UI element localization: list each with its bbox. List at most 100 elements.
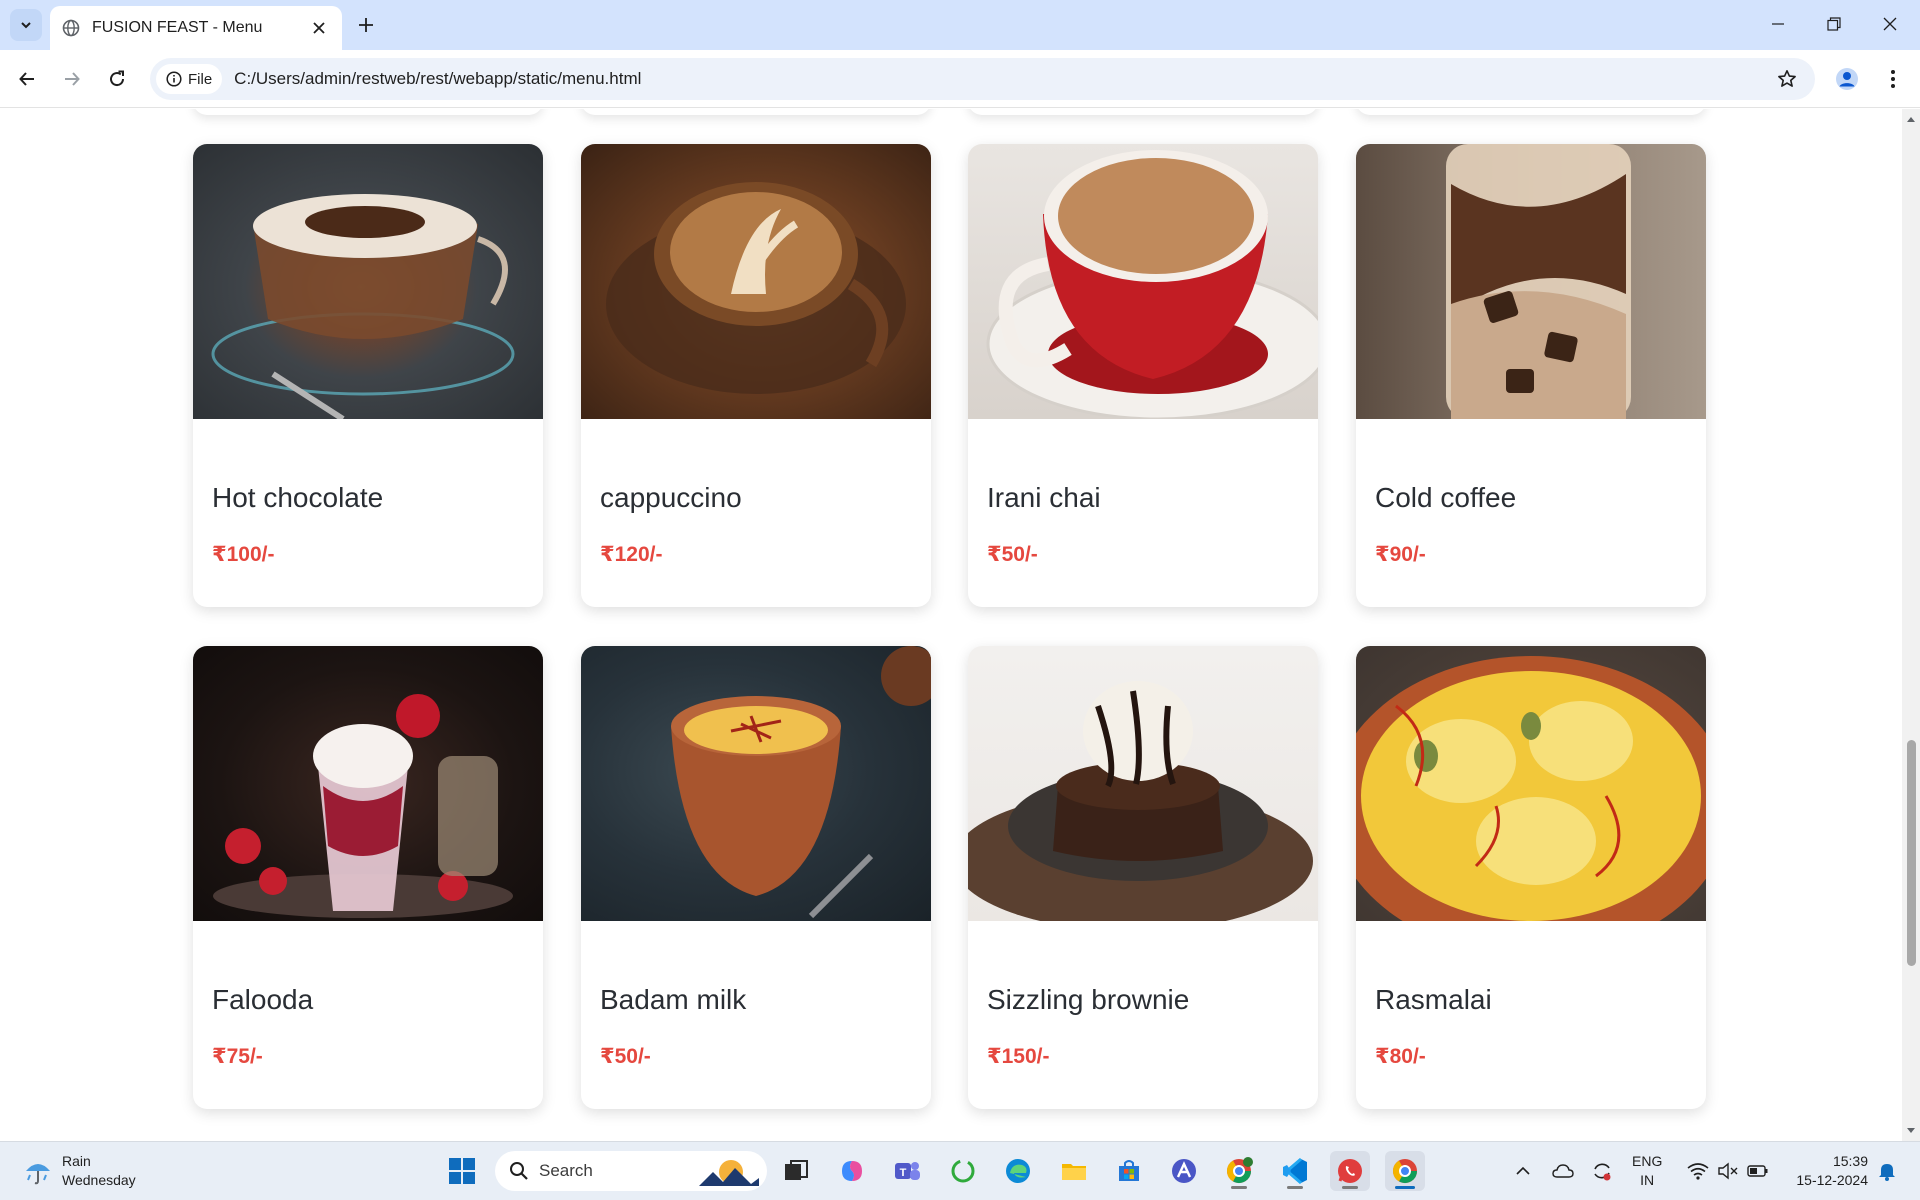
whatsapp-icon[interactable]	[1330, 1151, 1370, 1191]
url-text[interactable]: C:/Users/admin/restweb/rest/webapp/stati…	[234, 69, 1771, 89]
more-vertical-icon	[1891, 70, 1895, 88]
search-icon	[510, 1162, 528, 1180]
minimize-button[interactable]	[1750, 0, 1806, 48]
info-icon	[166, 71, 182, 87]
restore-button[interactable]	[1806, 0, 1862, 48]
menu-card[interactable]: Rasmalai ₹80/-	[1356, 646, 1706, 1109]
reload-button[interactable]	[100, 62, 134, 96]
menu-item-image	[968, 646, 1318, 921]
person-icon	[1836, 68, 1858, 90]
menu-card[interactable]: Irani chai ₹50/-	[968, 144, 1318, 607]
menu-item-name: Sizzling brownie	[987, 984, 1190, 1015]
chrome-icon[interactable]	[1385, 1151, 1425, 1191]
running-indicator	[1395, 1186, 1415, 1189]
bookmark-star-icon[interactable]	[1771, 63, 1803, 95]
copilot-icon[interactable]	[832, 1151, 872, 1191]
windows-logo-icon	[449, 1158, 475, 1184]
restore-icon	[1827, 17, 1841, 31]
sync-status-icon[interactable]	[1589, 1151, 1615, 1191]
tab-strip: FUSION FEAST - Menu	[0, 0, 1920, 50]
menu-item-price: ₹100/-	[212, 543, 275, 566]
sync-app-icon[interactable]	[943, 1151, 983, 1191]
start-button[interactable]	[442, 1151, 482, 1191]
browser-toolbar: File C:/Users/admin/restweb/rest/webapp/…	[0, 50, 1920, 108]
scroll-up-arrow-icon[interactable]	[1906, 114, 1916, 124]
tab-search-button[interactable]	[10, 9, 42, 41]
onedrive-cloud-icon[interactable]	[1550, 1151, 1576, 1191]
menu-item-name: Falooda	[212, 984, 314, 1015]
menu-item-price: ₹75/-	[212, 1045, 263, 1068]
edge-browser-icon[interactable]	[998, 1151, 1038, 1191]
scrollbar-thumb[interactable]	[1907, 740, 1916, 966]
language-code: ENG	[1632, 1153, 1663, 1169]
menu-item-price: ₹80/-	[1375, 1045, 1426, 1068]
previous-card	[1356, 109, 1706, 115]
file-explorer-icon[interactable]	[1054, 1151, 1094, 1191]
clock-time: 15:39	[1832, 1153, 1868, 1169]
new-tab-button[interactable]	[352, 11, 380, 39]
plus-icon	[359, 18, 373, 32]
menu-item-name: Cold coffee	[1375, 482, 1517, 513]
language-indicator[interactable]: ENG IN	[1632, 1152, 1662, 1190]
wifi-icon[interactable]	[1684, 1151, 1712, 1191]
system-clock[interactable]: 15:39 15-12-2024	[1784, 1152, 1868, 1190]
arrow-left-icon	[19, 72, 34, 86]
windows-taskbar: Rain Wednesday Search T ENG IN 15:39 15-…	[0, 1141, 1920, 1200]
task-view-icon[interactable]	[776, 1151, 816, 1191]
show-hidden-icons-chevron-up-icon[interactable]	[1510, 1151, 1536, 1191]
menu-item-image	[193, 144, 543, 419]
site-info-chip[interactable]: File	[156, 64, 223, 94]
region-code: IN	[1640, 1172, 1655, 1188]
page-scrollbar[interactable]	[1902, 109, 1920, 1141]
taskbar-search-box[interactable]: Search	[495, 1151, 767, 1191]
chevron-down-icon	[21, 22, 31, 29]
menu-card[interactable]: Badam milk ₹50/-	[581, 646, 931, 1109]
previous-card	[193, 109, 543, 115]
menu-card[interactable]: Sizzling brownie ₹150/-	[968, 646, 1318, 1109]
clock-date: 15-12-2024	[1796, 1172, 1868, 1188]
volume-muted-icon[interactable]	[1714, 1151, 1742, 1191]
close-window-button[interactable]	[1862, 0, 1918, 48]
menu-item-name: Irani chai	[987, 482, 1101, 513]
notification-bell-icon[interactable]	[1874, 1151, 1900, 1191]
menu-card[interactable]: cappuccino ₹120/-	[581, 144, 931, 607]
menu-item-image	[968, 144, 1318, 419]
search-highlight-icon	[699, 1160, 759, 1186]
browser-menu-button[interactable]	[1876, 62, 1910, 96]
menu-item-name: Hot chocolate	[212, 482, 384, 513]
back-button[interactable]	[10, 62, 44, 96]
menu-item-price: ₹50/-	[600, 1045, 651, 1068]
minimize-icon	[1772, 23, 1784, 25]
previous-card	[968, 109, 1318, 115]
menu-card[interactable]: Hot chocolate ₹100/-	[193, 144, 543, 607]
browser-tab[interactable]: FUSION FEAST - Menu	[50, 6, 342, 50]
battery-icon[interactable]	[1744, 1151, 1772, 1191]
teams-icon[interactable]: T	[887, 1151, 927, 1191]
menu-item-image	[193, 646, 543, 921]
profile-button[interactable]	[1830, 62, 1864, 96]
menu-item-image	[1356, 646, 1706, 921]
menu-card[interactable]: Falooda ₹75/-	[193, 646, 543, 1109]
tab-close-icon[interactable]	[308, 17, 330, 39]
chrome-profile-icon[interactable]	[1219, 1151, 1259, 1191]
forward-button[interactable]	[55, 62, 89, 96]
reload-icon	[110, 70, 125, 87]
address-bar[interactable]: File C:/Users/admin/restweb/rest/webapp/…	[150, 58, 1815, 100]
site-info-label: File	[188, 70, 213, 88]
menu-item-price: ₹120/-	[600, 543, 663, 566]
microsoft-store-icon[interactable]	[1109, 1151, 1149, 1191]
app-launcher-icon[interactable]	[1164, 1151, 1204, 1191]
svg-text:T: T	[900, 1167, 907, 1179]
menu-card[interactable]: Cold coffee ₹90/-	[1356, 144, 1706, 607]
menu-item-image	[581, 144, 931, 419]
umbrella-rain-icon	[26, 1164, 50, 1185]
weather-day: Wednesday	[62, 1172, 136, 1188]
menu-item-name: cappuccino	[600, 482, 742, 513]
vscode-icon[interactable]	[1275, 1151, 1315, 1191]
menu-item-image	[1356, 144, 1706, 419]
menu-item-name: Badam milk	[600, 984, 747, 1015]
menu-item-image	[581, 646, 931, 921]
weather-widget[interactable]: Rain Wednesday	[22, 1152, 136, 1190]
scroll-down-arrow-icon[interactable]	[1906, 1126, 1916, 1136]
globe-icon	[62, 19, 80, 37]
